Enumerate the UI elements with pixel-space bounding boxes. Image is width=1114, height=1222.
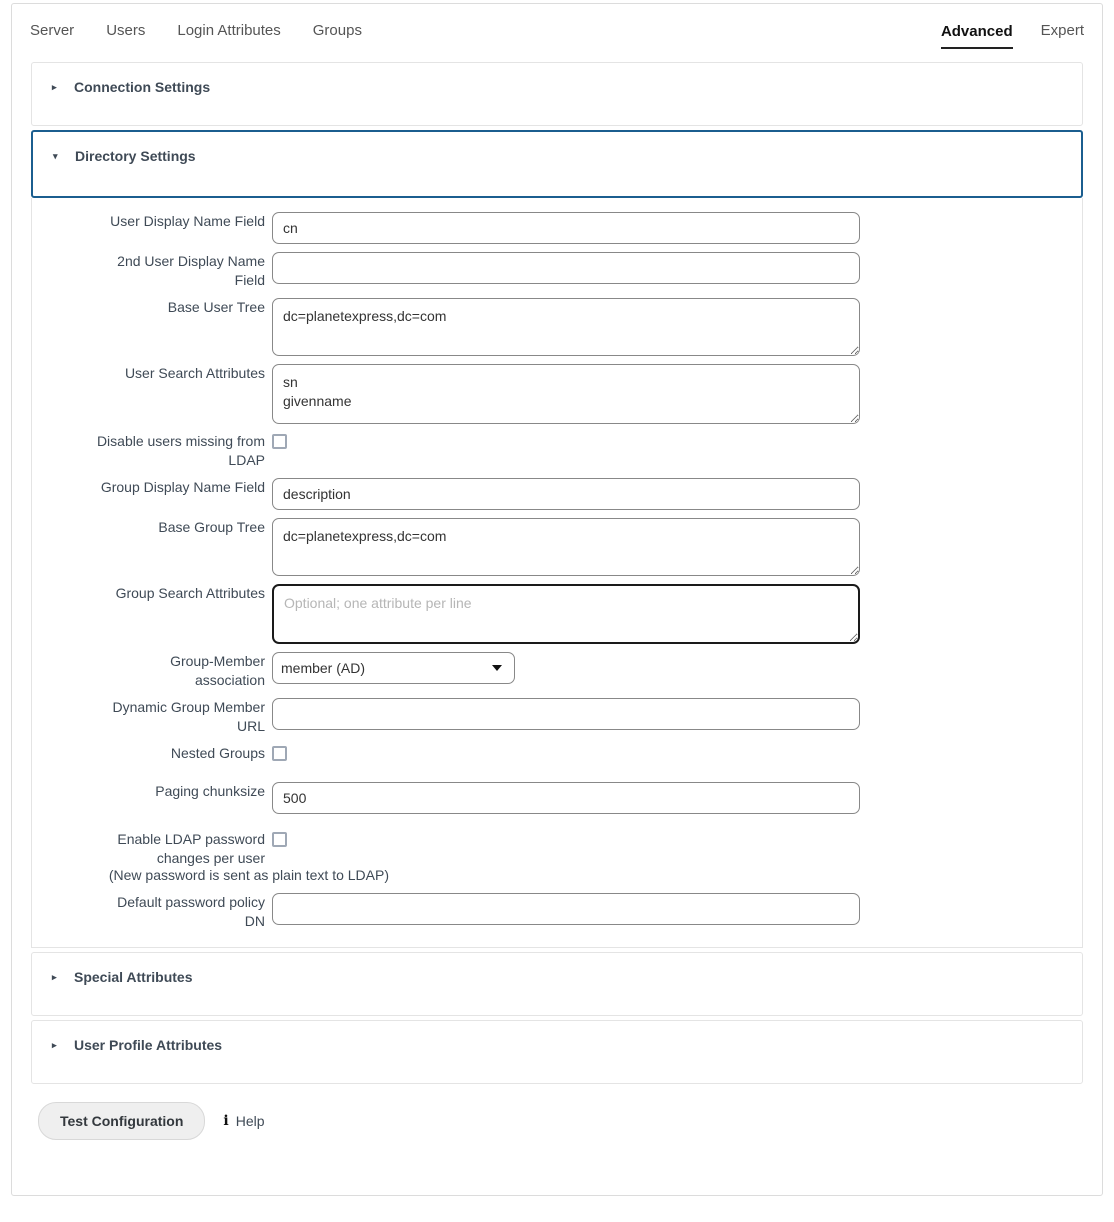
label-line-1: Dynamic Group Member — [112, 699, 266, 715]
panel-title-special-attributes: Special Attributes — [74, 969, 193, 985]
panel-directory-settings-header[interactable]: ▾ Directory Settings — [31, 130, 1083, 198]
label-second-user-display-name: 2nd User Display Name Field — [32, 252, 272, 290]
panel-header-connection-settings[interactable]: ▸ Connection Settings — [32, 63, 1082, 95]
directory-settings-form: User Display Name Field 2nd User Display… — [31, 198, 1083, 948]
field-row-group-search-attributes: Group Search Attributes — [32, 584, 1082, 644]
note-row-plain-text-warning: (New password is sent as plain text to L… — [32, 866, 1082, 885]
label-group-display-name: Group Display Name Field — [100, 479, 265, 495]
second-user-display-name-input[interactable] — [272, 252, 860, 284]
paging-chunksize-input[interactable] — [272, 782, 860, 814]
note-plain-text-warning: (New password is sent as plain text to L… — [108, 867, 389, 883]
dynamic-group-member-url-input[interactable] — [272, 698, 860, 730]
panel-header-user-profile-attributes[interactable]: ▸ User Profile Attributes — [32, 1021, 1082, 1053]
chevron-right-icon: ▸ — [52, 1039, 57, 1050]
default-password-policy-dn-input[interactable] — [272, 893, 860, 925]
label-user-display-name: User Display Name Field — [110, 213, 265, 229]
label-line-1: Enable LDAP password — [117, 831, 265, 847]
field-row-base-group-tree: Base Group Tree dc=planetexpress,dc=com — [32, 518, 1082, 576]
label-dynamic-group-member-url: Dynamic Group Member URL — [32, 698, 272, 736]
group-search-attributes-textarea[interactable] — [272, 584, 860, 644]
field-row-user-display-name: User Display Name Field — [32, 212, 1082, 244]
help-label: Help — [235, 1113, 265, 1129]
group-member-association-wrapper: member (AD) — [272, 652, 515, 684]
field-row-enable-ldap-password-changes: Enable LDAP password changes per user — [32, 830, 1082, 868]
label-user-search-attributes: User Search Attributes — [124, 365, 265, 381]
label-group-search-attributes: Group Search Attributes — [115, 585, 265, 601]
primary-tabs: Server Users Login Attributes Groups — [30, 22, 394, 49]
label-line-1: 2nd User Display Name — [117, 253, 265, 269]
user-display-name-input[interactable] — [272, 212, 860, 244]
label-base-user-tree: Base User Tree — [167, 299, 265, 315]
form-footer: Test Configuration i Help — [12, 1088, 1102, 1140]
label-line-1: Group-Member — [170, 653, 265, 669]
tab-server[interactable]: Server — [30, 22, 74, 49]
panel-title-connection-settings: Connection Settings — [74, 79, 211, 95]
panel-title-user-profile-attributes: User Profile Attributes — [74, 1037, 223, 1053]
tab-login-attributes[interactable]: Login Attributes — [177, 22, 280, 49]
field-row-group-member-association: Group-Member association member (AD) — [32, 652, 1082, 690]
enable-ldap-password-changes-checkbox[interactable] — [272, 832, 287, 847]
label-paging-chunksize: Paging chunksize — [155, 783, 265, 799]
settings-accordion: ▸ Connection Settings ▾ Directory Settin… — [12, 62, 1102, 1084]
panel-header-special-attributes[interactable]: ▸ Special Attributes — [32, 953, 1082, 985]
mode-tabs: Advanced Expert — [913, 22, 1084, 49]
field-row-user-search-attributes: User Search Attributes sn givenname — [32, 364, 1082, 424]
field-row-dynamic-group-member-url: Dynamic Group Member URL — [32, 698, 1082, 736]
label-nested-groups: Nested Groups — [170, 745, 265, 761]
chevron-right-icon: ▸ — [52, 971, 57, 982]
label-line-1: Default password policy — [117, 894, 265, 910]
nested-groups-checkbox[interactable] — [272, 746, 287, 761]
chevron-right-icon: ▸ — [52, 81, 57, 92]
field-row-disable-users-missing: Disable users missing from LDAP — [32, 432, 1082, 470]
tab-advanced[interactable]: Advanced — [940, 23, 1013, 49]
field-row-base-user-tree: Base User Tree dc=planetexpress,dc=com — [32, 298, 1082, 356]
label-line-2: association — [194, 672, 265, 688]
group-member-association-select[interactable]: member (AD) — [272, 652, 515, 684]
label-line-2: DN — [244, 913, 265, 929]
panel-special-attributes[interactable]: ▸ Special Attributes — [31, 952, 1083, 1016]
help-link[interactable]: i Help — [223, 1113, 264, 1129]
panel-header-directory-settings[interactable]: ▾ Directory Settings — [33, 132, 1081, 164]
field-row-group-display-name: Group Display Name Field — [32, 478, 1082, 510]
label-group-member-association: Group-Member association — [32, 652, 272, 690]
field-row-paging-chunksize: Paging chunksize — [32, 782, 1082, 814]
panel-connection-settings[interactable]: ▸ Connection Settings — [31, 62, 1083, 126]
field-row-default-password-policy-dn: Default password policy DN — [32, 893, 1082, 931]
panel-user-profile-attributes[interactable]: ▸ User Profile Attributes — [31, 1020, 1083, 1084]
field-row-nested-groups: Nested Groups — [32, 744, 1082, 764]
tab-expert[interactable]: Expert — [1041, 22, 1084, 49]
label-disable-users-missing: Disable users missing from LDAP — [32, 432, 272, 470]
label-line-2: Field — [234, 272, 265, 288]
tab-bar: Server Users Login Attributes Groups Adv… — [12, 4, 1102, 62]
label-line-2: URL — [236, 718, 265, 734]
label-enable-ldap-password-changes: Enable LDAP password changes per user — [32, 830, 272, 868]
chevron-down-icon: ▾ — [53, 150, 58, 161]
disable-users-missing-checkbox[interactable] — [272, 434, 287, 449]
field-row-second-user-display-name: 2nd User Display Name Field — [32, 252, 1082, 290]
base-user-tree-textarea[interactable]: dc=planetexpress,dc=com — [272, 298, 860, 356]
group-display-name-input[interactable] — [272, 478, 860, 510]
user-search-attributes-textarea[interactable]: sn givenname — [272, 364, 860, 424]
tab-users[interactable]: Users — [106, 22, 145, 49]
base-group-tree-textarea[interactable]: dc=planetexpress,dc=com — [272, 518, 860, 576]
panel-title-directory-settings: Directory Settings — [75, 148, 196, 164]
tab-groups[interactable]: Groups — [313, 22, 362, 49]
label-line-1: Disable users missing from — [96, 433, 265, 449]
info-icon: i — [223, 1113, 229, 1129]
label-line-2: LDAP — [228, 452, 265, 468]
ldap-settings-frame: Server Users Login Attributes Groups Adv… — [11, 3, 1103, 1196]
label-base-group-tree: Base Group Tree — [158, 519, 265, 535]
label-default-password-policy-dn: Default password policy DN — [32, 893, 272, 931]
test-configuration-button[interactable]: Test Configuration — [38, 1102, 206, 1140]
